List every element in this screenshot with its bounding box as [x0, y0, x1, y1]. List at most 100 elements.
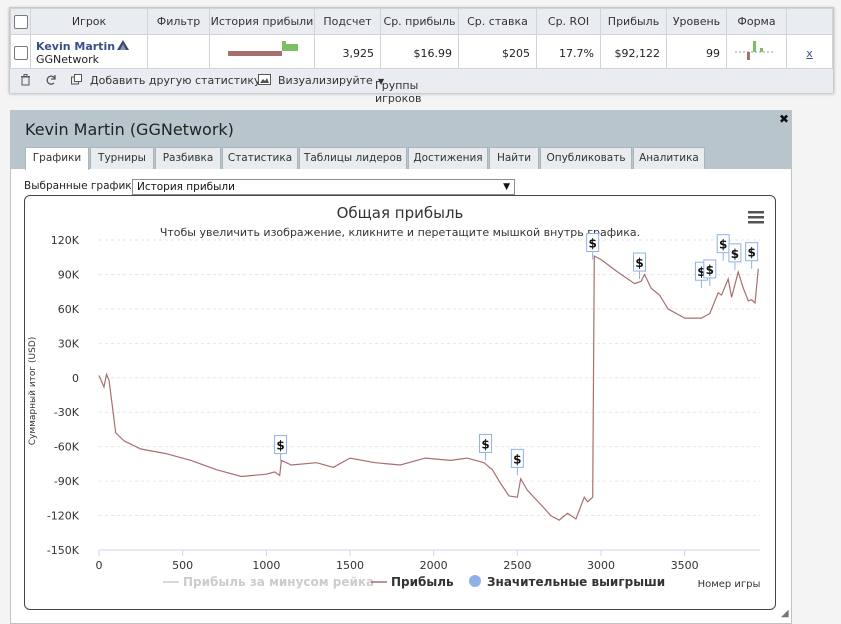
menu-icon[interactable]: [748, 211, 764, 224]
big-win-flag[interactable]: $: [274, 435, 288, 462]
selected-charts-label: Выбранные графики:: [24, 180, 143, 192]
legend-item-rake[interactable]: Прибыль за минусом рейка: [183, 575, 374, 589]
legend-wins-swatch: [469, 575, 481, 587]
col-header-avg-profit[interactable]: Ср. прибыль: [380, 8, 459, 35]
y-axis-label: Суммарный итог (USD): [28, 337, 38, 446]
profit-cell: $92,122: [600, 34, 667, 72]
remove-row-cell: x: [786, 34, 833, 72]
remove-row-link[interactable]: x: [806, 47, 813, 60]
legend-item-profit[interactable]: Прибыль: [391, 575, 454, 589]
tab-publish[interactable]: Опубликовать: [540, 147, 632, 169]
tab-charts[interactable]: Графики: [25, 147, 89, 170]
filter-cell[interactable]: [147, 34, 210, 72]
form-graphic: [735, 41, 775, 60]
col-header-form[interactable]: Форма: [726, 8, 787, 35]
flag-label: $: [513, 452, 521, 466]
profit-series-line[interactable]: [98, 255, 759, 521]
tab-leaderboards[interactable]: Таблицы лидеров: [299, 147, 407, 169]
form-sparkline[interactable]: [726, 34, 787, 72]
avg-roi-cell: 17.7%: [536, 34, 601, 72]
col-header-profit[interactable]: Прибыль: [600, 8, 667, 35]
player-stats-table: Игрок Фильтр История прибыли Подсчет Ср.…: [9, 7, 834, 105]
x-axis-label: Номер игры: [698, 579, 761, 590]
selected-chart-value: История прибыли: [137, 181, 235, 193]
level-cell: 99: [666, 34, 727, 72]
profit-chart[interactable]: Общая прибыль Чтобы увеличить изображени…: [25, 196, 775, 609]
table-row: Kevin Martin GGNetwork 3,925 $16.99 $205…: [10, 34, 833, 72]
tab-tournaments[interactable]: Турниры: [90, 147, 154, 169]
chart-subtitle: Чтобы увеличить изображение, кликните и …: [160, 226, 640, 239]
flag-label: $: [731, 247, 739, 261]
sparkline-graphic: [228, 41, 298, 56]
count-cell: 3,925: [314, 34, 381, 72]
flag-label: $: [706, 263, 714, 277]
x-ticks: 0 500 1000 1500 2000 2500 3000 3500: [96, 549, 760, 572]
col-header-filter[interactable]: Фильтр: [147, 8, 210, 35]
big-win-flag[interactable]: $: [703, 259, 717, 286]
chart-container[interactable]: Общая прибыль Чтобы увеличить изображени…: [24, 195, 776, 610]
panel-header: Kevin Martin (GGNetwork) ✖ Графики Турни…: [11, 111, 791, 170]
profit-history-sparkline[interactable]: [209, 34, 315, 72]
x-tick-label: 3000: [587, 559, 615, 572]
select-all-checkbox[interactable]: [13, 14, 28, 29]
chart-series: [98, 255, 759, 521]
player-cell: Kevin Martin GGNetwork: [30, 34, 148, 72]
flag-label: $: [588, 237, 596, 251]
flag-label: $: [635, 256, 643, 270]
chart-grid: [99, 239, 760, 551]
chart-legend: Прибыль за минусом рейка Прибыль Значите…: [163, 575, 665, 589]
avg-stake-cell: $205: [458, 34, 537, 72]
flag-label: $: [747, 246, 755, 260]
y-tick-label: -60K: [54, 441, 80, 454]
big-win-flag[interactable]: $: [479, 433, 493, 461]
col-header-avg-stake[interactable]: Ср. ставка: [458, 8, 537, 35]
x-tick-label: 2000: [420, 559, 448, 572]
tab-breakdown[interactable]: Разбивка: [155, 147, 221, 169]
player-groups-label: Группы игроков: [375, 79, 422, 105]
player-panel: Kevin Martin (GGNetwork) ✖ Графики Турни…: [10, 110, 792, 624]
y-tick-label: -150K: [47, 544, 80, 557]
col-header-avg-roi[interactable]: Ср. ROI: [536, 8, 601, 35]
tab-statistics[interactable]: Статистика: [222, 147, 298, 169]
y-ticks: 120K 90K 60K 30K 0 -30K -60K -90K -120K -150K: [47, 234, 80, 557]
legend-item-big-wins[interactable]: Значительные выигрыши: [487, 575, 665, 589]
add-stat-link[interactable]: Добавить другую статистику: [90, 74, 261, 87]
row-checkbox[interactable]: [13, 46, 28, 60]
image-icon: [258, 74, 271, 88]
selected-charts-select[interactable]: История прибыли ▼: [132, 179, 515, 195]
player-groups-dropdown[interactable]: Группы игроков ▼: [375, 74, 422, 105]
y-tick-label: 90K: [58, 268, 80, 281]
tab-achievements[interactable]: Достижения: [408, 147, 488, 169]
copy-stat-icon: [71, 74, 82, 88]
big-win-flag[interactable]: $: [716, 234, 730, 261]
y-tick-label: -30K: [54, 406, 80, 419]
tab-find[interactable]: Найти: [489, 147, 539, 169]
chevron-down-icon: ▼: [503, 182, 510, 192]
col-header-count[interactable]: Подсчет: [314, 8, 381, 35]
player-network: GGNetwork: [36, 53, 99, 66]
col-header-player[interactable]: Игрок: [30, 8, 148, 35]
big-win-flag[interactable]: $: [745, 242, 759, 269]
visualize-link[interactable]: Визуализируйте: [278, 74, 373, 87]
col-header-empty: [786, 8, 833, 35]
resize-handle-icon[interactable]: ◢: [781, 608, 789, 619]
big-win-flag[interactable]: $: [728, 243, 742, 270]
panel-title: Kevin Martin (GGNetwork): [25, 120, 234, 139]
y-tick-label: 120K: [51, 234, 80, 247]
refresh-icon[interactable]: [45, 74, 57, 89]
select-all-cell[interactable]: [10, 8, 31, 35]
tab-analytics[interactable]: Аналитика: [633, 147, 705, 169]
col-header-level[interactable]: Уровень: [666, 8, 727, 35]
stats-toolbar: Добавить другую статистику Визуализируйт…: [10, 68, 833, 105]
flag-label: $: [719, 238, 727, 252]
col-header-profit-history[interactable]: История прибыли: [209, 8, 315, 35]
close-icon[interactable]: ✖: [779, 112, 789, 126]
avg-profit-cell: $16.99: [380, 34, 459, 72]
big-win-flag[interactable]: $: [586, 233, 600, 260]
row-select-cell[interactable]: [10, 34, 31, 72]
big-win-markers: $ $$$$$ $$$ $: [274, 233, 759, 476]
x-tick-label: 500: [172, 559, 193, 572]
y-tick-label: -120K: [47, 510, 80, 523]
trash-icon[interactable]: [20, 74, 31, 89]
big-win-flag[interactable]: $: [510, 448, 524, 476]
